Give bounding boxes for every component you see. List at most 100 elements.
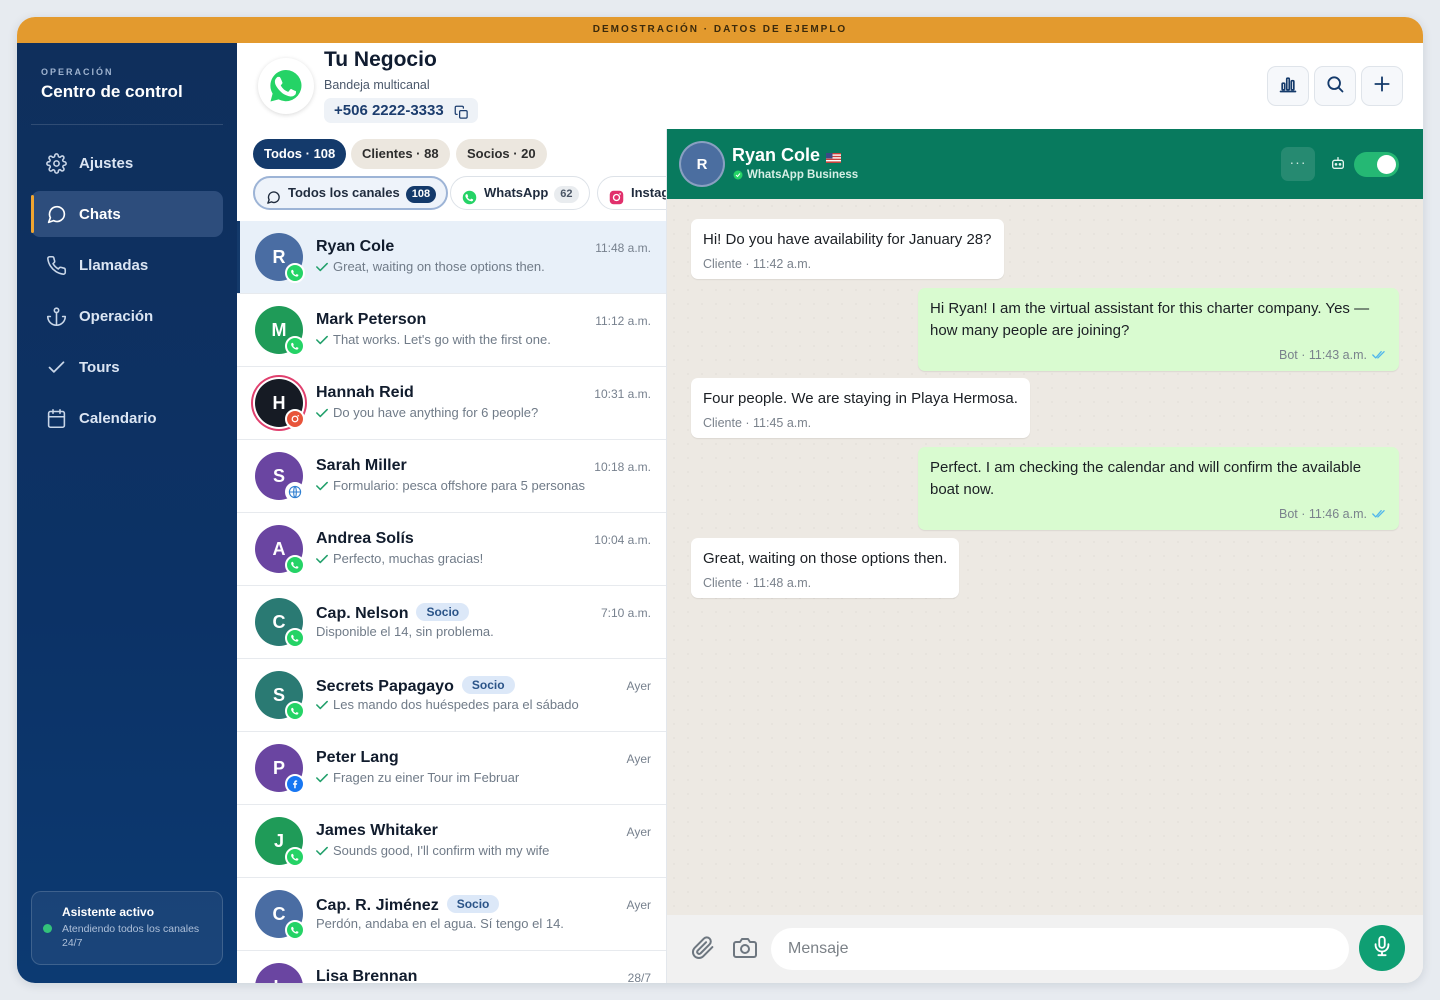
gear-icon — [45, 152, 67, 174]
message-meta-text: Cliente · 11:45 a.m. — [703, 416, 812, 430]
chat-row[interactable]: H Hannah Reid 10:31 a.m. Do you have any… — [237, 367, 666, 440]
preview-text: Formulario: pesca offshore para 5 person… — [333, 478, 585, 493]
channel-filter-whatsapp[interactable]: WhatsApp 62 — [450, 176, 590, 210]
chat-row[interactable]: S Secrets Papagayo Socio Ayer Les mando d… — [237, 659, 666, 732]
microphone-icon — [1371, 935, 1393, 962]
assistant-status-card: Asistente activo Atendiendo todos los ca… — [31, 891, 223, 965]
instagram-icon — [285, 409, 305, 429]
message-meta-text: Cliente · 11:48 a.m. — [703, 576, 812, 590]
chat-row[interactable]: P Peter Lang Ayer Fragen zu einer Tour i… — [237, 732, 666, 805]
business-name: Tu Negocio — [324, 48, 437, 71]
whatsapp-icon — [733, 170, 743, 183]
preview-text: Fragen zu einer Tour im Februar — [333, 770, 520, 785]
whatsapp-icon — [285, 701, 305, 721]
stats-button[interactable] — [1267, 66, 1309, 106]
chat-row[interactable]: A Andrea Solís 10:04 a.m. Perfecto, much… — [237, 513, 666, 586]
chat-preview: Perfecto, muchas gracias! — [316, 551, 646, 567]
sidebar-item-calendario[interactable]: Calendario — [31, 395, 223, 441]
contact-name: Sarah Miller — [316, 457, 407, 474]
sidebar-item-chats[interactable]: Chats — [31, 191, 223, 237]
chat-time: 10:18 a.m. — [594, 460, 651, 474]
sidebar-item-label: Chats — [79, 205, 121, 223]
channel-filter-all[interactable]: Todos los canales 108 — [253, 176, 449, 210]
filter-socios[interactable]: Socios · 20 — [456, 139, 547, 169]
read-check-icon — [316, 479, 328, 494]
whatsapp-icon — [462, 185, 477, 217]
sidebar-nav: Ajustes Chats Llamadas Operación Tours C… — [31, 140, 223, 446]
contact-avatar[interactable]: R — [679, 141, 725, 187]
contact-name: Cap. R. Jiménez — [316, 897, 439, 914]
chat-time: Ayer — [626, 825, 651, 839]
business-phone[interactable]: +506 2222-3333 — [324, 98, 478, 123]
contact-name: Secrets Papagayo — [316, 678, 454, 695]
chat-row[interactable]: C Cap. Nelson Socio 7:10 a.m. Disponible … — [237, 586, 666, 659]
chat-preview: Sounds good, I'll confirm with my wife — [316, 843, 646, 859]
more-options-button[interactable]: ··· — [1281, 147, 1315, 181]
chat-name: Secrets Papagayo Socio — [316, 676, 515, 696]
assistant-subtitle: Atendiendo todos los canales 24/7 — [62, 923, 200, 949]
bot-toggle[interactable] — [1354, 152, 1399, 177]
search-button[interactable] — [1314, 66, 1356, 106]
sidebar-item-operacion[interactable]: Operación — [31, 293, 223, 339]
contact-name: Mark Peterson — [316, 311, 427, 328]
camera-icon[interactable] — [733, 936, 757, 965]
message-meta: Cliente · 11:42 a.m. — [703, 257, 992, 271]
globe-icon — [285, 482, 305, 502]
channel-filter-instagram[interactable]: Instagram — [597, 176, 666, 210]
chat-name: Hannah Reid — [316, 384, 414, 402]
chat-time: 28/7 — [627, 971, 651, 983]
chat-list-panel: Todos · 108 Clientes · 88 Socios · 20 To… — [237, 129, 667, 983]
preview-text: Do you have anything for 6 people? — [333, 405, 539, 420]
contact-name[interactable]: Ryan Cole — [732, 145, 820, 166]
paperclip-icon[interactable] — [691, 936, 715, 965]
message-text: Perfect. I am checking the calendar and … — [930, 459, 1362, 498]
preview-text: Sounds good, I'll confirm with my wife — [333, 843, 550, 858]
new-chat-button[interactable] — [1361, 66, 1403, 106]
message-meta-text: Bot · 11:43 a.m. — [1278, 348, 1367, 362]
chat-row[interactable]: C Cap. R. Jiménez Socio Ayer Perdón, anda… — [237, 878, 666, 951]
preview-text: Disponible el 14, sin problema. — [316, 624, 494, 639]
contact-name: Andrea Solís — [316, 530, 414, 547]
chat-row[interactable]: R Ryan Cole 11:48 a.m. Great, waiting on… — [237, 221, 666, 294]
chat-bubble-icon — [266, 186, 281, 216]
robot-icon — [1330, 155, 1346, 176]
whatsapp-icon — [285, 263, 305, 283]
whatsapp-icon — [285, 847, 305, 867]
chat-row[interactable]: M Mark Peterson 11:12 a.m. That works. L… — [237, 294, 666, 367]
chat-row[interactable]: L Lisa Brennan 28/7 — [237, 951, 666, 983]
contact-name: Peter Lang — [316, 749, 399, 766]
chat-time: 10:31 a.m. — [594, 387, 651, 401]
message-meta: Bot · 11:46 a.m. — [930, 507, 1387, 522]
preview-text: Perdón, andaba en el agua. Sí tengo el 1… — [316, 916, 564, 931]
assistant-title: Asistente activo — [62, 905, 155, 919]
message-text: Hi! Do you have availability for January… — [703, 231, 992, 248]
phone-icon — [45, 254, 67, 276]
sidebar-item-tours[interactable]: Tours — [31, 344, 223, 390]
sidebar-item-ajustes[interactable]: Ajustes — [31, 140, 223, 186]
message-text: Four people. We are staying in Playa Her… — [703, 390, 1018, 407]
microphone-button[interactable] — [1359, 925, 1405, 971]
whatsapp-icon — [285, 555, 305, 575]
chat-list: R Ryan Cole 11:48 a.m. Great, waiting on… — [237, 221, 666, 983]
read-check-icon — [316, 698, 328, 713]
message-meta: Bot · 11:43 a.m. — [930, 348, 1387, 363]
sidebar-item-llamadas[interactable]: Llamadas — [31, 242, 223, 288]
sidebar-title: Centro de control — [41, 82, 183, 101]
instagram-icon — [609, 185, 624, 217]
filter-clientes[interactable]: Clientes · 88 — [351, 139, 450, 169]
read-check-icon — [316, 406, 328, 421]
partner-tag: Socio — [446, 895, 500, 913]
read-check-icon — [316, 333, 328, 348]
chat-time: Ayer — [626, 679, 651, 693]
message-input[interactable] — [771, 928, 1349, 970]
chat-row[interactable]: S Sarah Miller 10:18 a.m. Formulario: pe… — [237, 440, 666, 513]
toggle-knob — [1377, 155, 1396, 174]
chat-row[interactable]: J James Whitaker Ayer Sounds good, I'll … — [237, 805, 666, 878]
anchor-icon — [45, 305, 67, 327]
chat-name: James Whitaker — [316, 822, 438, 840]
whatsapp-icon — [285, 336, 305, 356]
channel-count: 108 — [405, 186, 437, 203]
filter-todos[interactable]: Todos · 108 — [253, 139, 347, 169]
copy-icon[interactable] — [454, 103, 469, 128]
sidebar-item-label: Llamadas — [79, 256, 149, 274]
